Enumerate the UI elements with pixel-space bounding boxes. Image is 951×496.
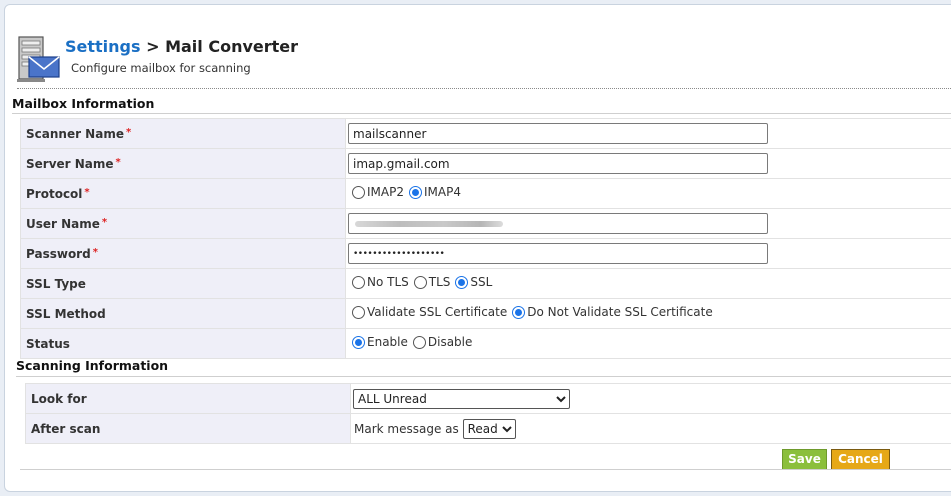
save-button[interactable]: Save [782,449,827,470]
protocol-imap4-radio[interactable] [408,185,422,199]
after-scan-prefix: Mark message as [354,421,459,436]
breadcrumb-separator: > [140,37,166,56]
protocol-radio-group: IMAP2 IMAP4 [348,185,462,199]
status-disable-label[interactable]: Disable [428,335,473,349]
server-name-label: Server Name [26,156,114,171]
breadcrumb-settings-link[interactable]: Settings [65,37,141,56]
scanner-name-value-cell [345,118,951,149]
ssl-method-validate-radio[interactable] [352,305,365,319]
status-label: Status [26,336,70,351]
ssl-type-label-cell: SSL Type [20,268,346,299]
look-for-value-cell: ALL Unread [350,383,951,414]
look-for-label: Look for [31,391,87,406]
password-label: Password [26,246,91,261]
user-name-label-cell: User Name * [20,208,346,239]
password-value-cell [345,238,951,269]
status-radio-group: Enable Disable [348,335,473,349]
footer-divider [20,469,951,470]
ssl-method-value-cell: Validate SSL Certificate Do Not Validate… [345,298,951,329]
scanning-section-title: Scanning Information [16,358,951,377]
ssl-type-tls-radio[interactable] [413,275,427,289]
page-title-text: Mail Converter [165,37,299,56]
form-row-ssl-type: SSL Type No TLS TLS SSL [20,268,951,299]
page-title: Settings > Mail Converter [65,37,298,56]
status-disable-radio[interactable] [412,335,426,349]
form-row-after-scan: After scan Mark message as Read [25,413,951,444]
form-row-user-name: User Name * [20,208,951,239]
redacted-text [355,221,503,227]
status-enable-radio[interactable] [352,335,365,349]
form-row-scanner-name: Scanner Name * [20,118,951,149]
status-enable-label[interactable]: Enable [367,335,408,349]
status-value-cell: Enable Disable [345,328,951,359]
server-name-value-cell [345,148,951,179]
form-row-status: Status Enable Disable [20,328,951,359]
header-divider [17,88,951,89]
protocol-label: Protocol [26,186,83,201]
form-row-ssl-method: SSL Method Validate SSL Certificate Do N… [20,298,951,329]
ssl-method-radio-group: Validate SSL Certificate Do Not Validate… [348,305,714,319]
status-label-cell: Status [20,328,346,359]
ssl-method-validate-label[interactable]: Validate SSL Certificate [367,305,507,319]
scanner-name-input[interactable] [348,123,768,144]
scanner-name-label: Scanner Name [26,126,124,141]
password-input[interactable] [348,243,768,264]
after-scan-value-cell: Mark message as Read [350,413,951,444]
user-name-label: User Name [26,216,100,231]
required-mark: * [115,156,121,168]
protocol-imap2-label[interactable]: IMAP2 [367,185,404,199]
server-name-input[interactable] [348,153,768,174]
protocol-value-cell: IMAP2 IMAP4 [345,178,951,209]
ssl-type-ssl-label[interactable]: SSL [470,275,492,289]
form-row-protocol: Protocol * IMAP2 IMAP4 [20,178,951,209]
after-scan-label-cell: After scan [25,413,351,444]
mail-server-icon [17,36,60,82]
scanner-name-label-cell: Scanner Name * [20,118,346,149]
password-label-cell: Password * [20,238,346,269]
ssl-method-label-cell: SSL Method [20,298,346,329]
ssl-type-radio-group: No TLS TLS SSL [348,275,493,289]
mailbox-form: Scanner Name* Server Name* Protocol* IMA… [20,118,951,359]
cancel-button[interactable]: Cancel [831,449,890,470]
server-name-label-cell: Server Name * [20,148,346,179]
ssl-method-do-not-validate-label[interactable]: Do Not Validate SSL Certificate [527,305,712,319]
mailbox-section-title: Mailbox Information [12,96,951,114]
look-for-select[interactable]: ALL Unread [353,388,570,409]
user-name-input[interactable] [348,213,768,234]
page-header: Settings > Mail Converter Configure mail… [17,33,917,85]
page-subtitle: Configure mailbox for scanning [71,61,251,75]
ssl-type-tls-label[interactable]: TLS [429,275,451,289]
form-row-look-for: Look for ALL Unread [25,383,951,414]
ssl-type-no-tls-label[interactable]: No TLS [367,275,409,289]
ssl-type-no-tls-radio[interactable] [352,275,365,289]
required-mark: * [92,246,98,258]
protocol-imap4-label[interactable]: IMAP4 [424,185,461,199]
form-row-password: Password * [20,238,951,269]
user-name-value-cell [345,208,951,239]
scanning-form: Look for ALL Unread After scan Mark mess… [25,383,951,444]
form-row-server-name: Server Name * [20,148,951,179]
ssl-type-ssl-radio[interactable] [455,275,469,289]
ssl-method-do-not-validate-radio[interactable] [512,305,526,319]
required-mark: * [84,186,90,198]
protocol-label-cell: Protocol * [20,178,346,209]
look-for-label-cell: Look for [25,383,351,414]
mark-message-select[interactable]: Read [462,418,516,439]
required-mark: * [125,126,132,138]
required-mark: * [101,216,108,228]
after-scan-label: After scan [31,421,101,436]
ssl-type-label: SSL Type [26,276,86,291]
protocol-imap2-radio[interactable] [352,185,365,199]
ssl-method-label: SSL Method [26,306,106,321]
ssl-type-value-cell: No TLS TLS SSL [345,268,951,299]
